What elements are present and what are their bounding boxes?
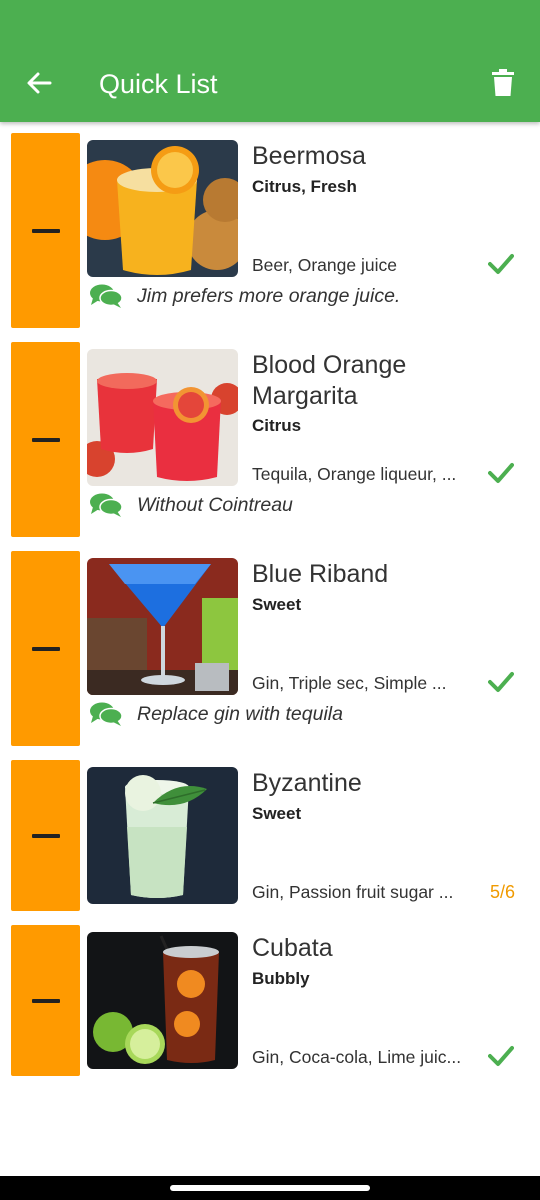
check-icon (487, 253, 515, 277)
drink-ingredients: Tequila, Orange liqueur, ... (252, 464, 457, 484)
drink-ingredients: Gin, Coca-cola, Lime juic... (252, 1047, 462, 1067)
minus-icon (31, 646, 60, 651)
drink-name: Beermosa (252, 142, 366, 170)
drink-image (87, 767, 238, 904)
drink-name: Blue Riband (252, 560, 389, 588)
drink-category: Bubbly (252, 969, 310, 988)
availability-count: 5/6 (489, 882, 515, 902)
home-gesture-handle[interactable] (170, 1185, 370, 1191)
drink-image (87, 140, 238, 277)
remove-button[interactable] (11, 925, 80, 1076)
minus-icon (31, 833, 60, 838)
remove-button[interactable] (11, 342, 80, 537)
list-item[interactable]: Blood Orange Margarita Citrus Tequila, O… (11, 342, 529, 537)
note-text: Jim prefers more orange juice. (137, 284, 401, 307)
list-item[interactable]: Cubata Bubbly Gin, Coca-cola, Lime juic.… (11, 925, 529, 1076)
drink-ingredients: Gin, Passion fruit sugar ... (252, 882, 454, 902)
drink-image (87, 349, 238, 486)
drink-name: Byzantine (252, 769, 362, 797)
drink-image (87, 932, 238, 1069)
list-item[interactable]: Byzantine Sweet Gin, Passion fruit sugar… (11, 760, 529, 911)
delete-button[interactable] (486, 66, 520, 100)
arrow-left-icon (27, 72, 52, 94)
list-item[interactable]: Blue Riband Sweet Gin, Triple sec, Simpl… (11, 551, 529, 746)
drink-name: Blood Orange Margarita (252, 351, 407, 410)
note: Replace gin with tequila (89, 701, 343, 727)
comments-icon (90, 284, 123, 308)
trash-icon (492, 69, 514, 96)
minus-icon (31, 998, 60, 1003)
drink-category: Citrus (252, 416, 302, 435)
remove-button[interactable] (11, 551, 80, 746)
comments-icon (90, 493, 123, 517)
check-icon (487, 1045, 515, 1069)
note: Jim prefers more orange juice. (89, 283, 400, 309)
drink-category: Citrus, Fresh (252, 177, 357, 196)
page-title: Quick List (99, 69, 218, 99)
note: Without Cointreau (89, 492, 293, 518)
drink-ingredients: Gin, Triple sec, Simple ... (252, 673, 447, 693)
check-icon (487, 462, 515, 486)
drink-category: Sweet (252, 595, 302, 614)
drink-image (87, 558, 238, 695)
drink-ingredients: Beer, Orange juice (252, 255, 397, 275)
remove-button[interactable] (11, 133, 80, 328)
app-bar: Quick List (0, 0, 540, 122)
note-text: Replace gin with tequila (137, 702, 343, 725)
list-item[interactable]: Beermosa Citrus, Fresh Beer, Orange juic… (11, 133, 529, 328)
check-icon (487, 671, 515, 695)
minus-icon (31, 437, 60, 442)
note-text: Without Cointreau (137, 493, 293, 516)
comments-icon (90, 702, 123, 726)
drink-category: Sweet (252, 804, 302, 823)
minus-icon (31, 228, 60, 233)
remove-button[interactable] (11, 760, 80, 911)
back-button[interactable] (22, 66, 56, 100)
drink-name: Cubata (252, 934, 333, 962)
